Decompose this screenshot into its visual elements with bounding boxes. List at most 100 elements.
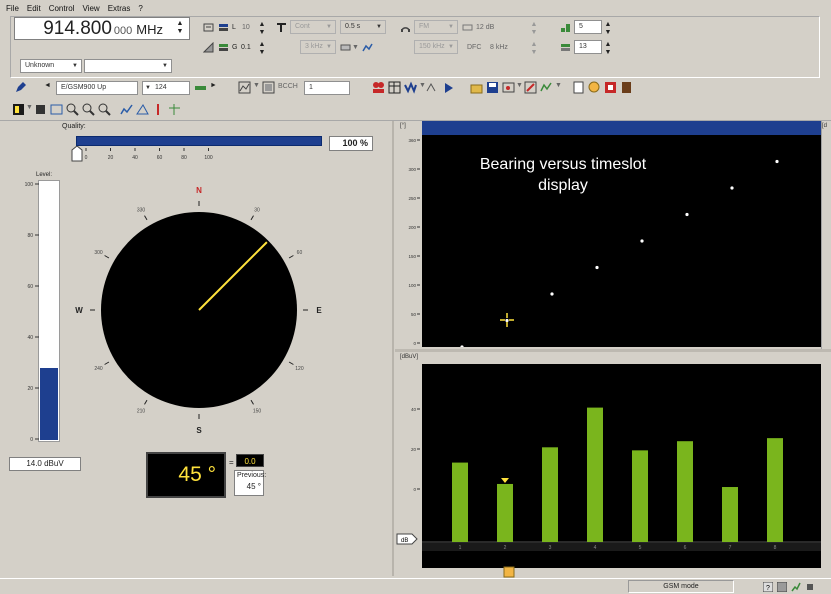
menu-file[interactable]: File (6, 4, 19, 13)
edit-icon[interactable] (524, 81, 537, 94)
scatter-point (595, 265, 599, 270)
db-label: 12 dB (476, 24, 495, 31)
bcch-label: BCCH (278, 83, 298, 90)
book-icon[interactable] (620, 81, 633, 94)
channel-step-icon[interactable] (194, 81, 207, 94)
menu-help[interactable]: ? (138, 4, 142, 13)
color-icon[interactable] (604, 81, 617, 94)
time-combo[interactable]: 0.5 s ▼ (340, 20, 386, 34)
khz-combo[interactable]: 3 kHz ▼ (300, 40, 336, 54)
scale-icon[interactable] (340, 42, 351, 53)
signal-icon[interactable] (540, 81, 553, 94)
recording-icon[interactable] (502, 81, 515, 94)
document-icon[interactable] (572, 81, 585, 94)
scatter-point (640, 239, 644, 243)
square-icon[interactable] (34, 103, 47, 116)
display-mode-dropdown-arrow[interactable]: ▼ (26, 104, 33, 111)
display-mode-icon[interactable] (12, 103, 25, 116)
headphones-icon[interactable] (400, 22, 411, 33)
signal-dropdown-arrow[interactable]: ▼ (555, 82, 562, 89)
status-help-icon[interactable]: ? (763, 582, 773, 592)
menu-control[interactable]: Control (49, 4, 75, 13)
frequency-field[interactable]: 914.800 000 MHz (14, 17, 190, 40)
scale-marker[interactable]: dB (396, 533, 418, 545)
compass-tick (144, 399, 148, 405)
g-spinner[interactable]: ▲ ▼ (258, 41, 266, 59)
chart-icon[interactable] (120, 103, 133, 116)
cont-combo[interactable]: Cont ▼ (290, 20, 336, 34)
level-bar-slot (587, 407, 603, 542)
people-icon[interactable] (372, 81, 385, 94)
tree-icon[interactable] (168, 103, 181, 116)
step-value-field[interactable]: 5 (574, 20, 602, 34)
scale-dropdown-arrow[interactable]: ▼ (352, 44, 359, 51)
bcch-field[interactable]: 1 (304, 81, 350, 95)
triangle-chart-icon[interactable] (136, 103, 149, 116)
menu-edit[interactable]: Edit (27, 4, 41, 13)
pen-icon[interactable] (14, 81, 27, 94)
level-bar (40, 368, 58, 440)
step-icon[interactable] (560, 22, 571, 33)
bandwidth-combo[interactable]: 150 kHz ▼ (414, 40, 458, 54)
graph-icon[interactable] (362, 42, 373, 53)
attenuator-icon[interactable] (203, 22, 214, 33)
vertical-scrollbar[interactable] (821, 121, 831, 349)
quality-threshold-slider[interactable] (71, 146, 83, 162)
secondary-combo[interactable]: ▼ (84, 59, 172, 73)
channel-combo[interactable]: ▼ 124 (142, 81, 190, 95)
plot-splitter[interactable] (395, 349, 831, 352)
band-prev-button[interactable]: ◄ (44, 82, 51, 89)
dfc-spinner[interactable]: ▲ ▼ (530, 41, 538, 59)
marker-icon[interactable] (426, 81, 439, 94)
span-value: 13 (579, 43, 587, 50)
menu-view[interactable]: View (82, 4, 99, 13)
gain-bar-icon[interactable] (218, 42, 229, 53)
status-signal-icon[interactable] (791, 582, 801, 592)
pin-icon[interactable] (152, 103, 165, 116)
save-icon[interactable] (486, 81, 499, 94)
spectrum-icon[interactable] (238, 81, 251, 94)
status-extra-icon[interactable] (805, 582, 815, 592)
slot-cursor-handle[interactable] (503, 566, 515, 578)
zoom-in-icon[interactable] (66, 103, 79, 116)
span-spinner[interactable]: ▲ ▼ (604, 41, 612, 59)
recording-dropdown-arrow[interactable]: ▼ (516, 82, 523, 89)
band-combo[interactable]: E/GSM900 Up (56, 81, 138, 95)
bearing-tick-label: 100 (408, 283, 416, 288)
tuning-icon[interactable] (276, 22, 287, 33)
band-next-button[interactable]: ► (210, 82, 217, 89)
status-connection-icon[interactable] (777, 582, 787, 592)
globe-icon[interactable] (588, 81, 601, 94)
spectrum-dropdown-arrow[interactable]: ▼ (253, 82, 260, 89)
frequency-spinner[interactable]: ▲ ▼ (176, 20, 184, 38)
compass-degree-label: 210 (137, 408, 146, 414)
step-spinner[interactable]: ▲ ▼ (604, 21, 612, 39)
demod-combo[interactable]: FM ▼ (414, 20, 458, 34)
menu-extras[interactable]: Extras (108, 4, 131, 13)
l-spinner[interactable]: ▲ ▼ (258, 21, 266, 39)
zoom-out-icon[interactable] (82, 103, 95, 116)
zoom-fit-icon[interactable] (98, 103, 111, 116)
waveform-dropdown-arrow[interactable]: ▼ (419, 82, 426, 89)
folder-icon[interactable] (470, 81, 483, 94)
level-bar-slot (497, 483, 513, 542)
khz-combo-value: 3 kHz (305, 43, 323, 50)
table-icon[interactable] (388, 81, 401, 94)
waveform-icon[interactable] (404, 81, 417, 94)
window-icon[interactable] (50, 103, 63, 116)
db-spinner[interactable]: ▲ ▼ (530, 21, 538, 39)
compass-degree-label: 60 (297, 250, 303, 256)
panel-splitter[interactable] (392, 121, 394, 576)
level-bar-chart: 1 2 3 4 5 6 7 8 (422, 407, 821, 551)
span-value-field[interactable]: 13 (574, 40, 602, 54)
mode-combo[interactable]: Unknown ▼ (20, 59, 82, 73)
gain-icon[interactable] (203, 42, 214, 53)
level-axis-tick-label: 40 (411, 407, 417, 412)
span-icon[interactable] (560, 42, 571, 53)
slot-tick-label: 4 (594, 545, 597, 551)
play-icon[interactable] (442, 81, 455, 94)
level-bar-icon[interactable] (218, 22, 229, 33)
bcch-icon[interactable] (262, 81, 275, 94)
squelch-icon[interactable] (462, 22, 473, 33)
khz-small-label: 8 kHz (490, 44, 508, 51)
